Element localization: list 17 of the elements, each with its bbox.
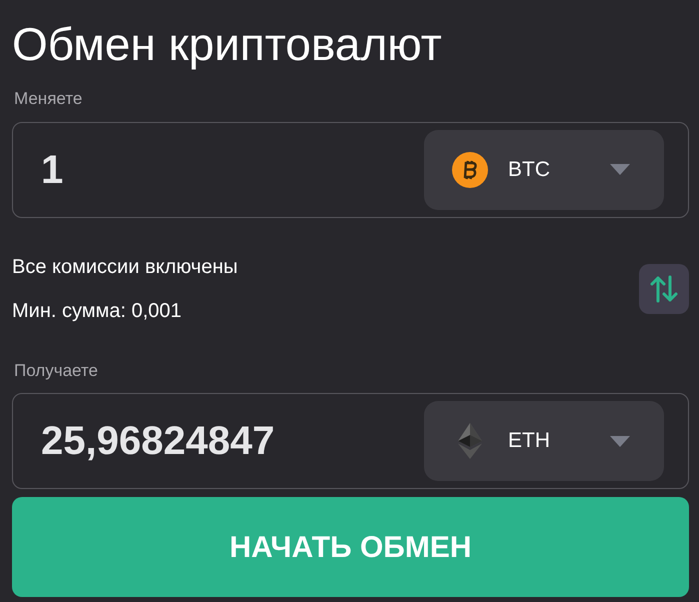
caret-icon bbox=[610, 164, 630, 175]
swap-arrows-icon bbox=[649, 274, 679, 302]
amount-value: 1 bbox=[41, 146, 64, 194]
amount-value: 25,96824847 bbox=[41, 418, 276, 465]
currency-select[interactable]: BTC bbox=[424, 130, 664, 210]
ethereum-icon bbox=[458, 423, 482, 459]
amount-field[interactable]: 1 BTC bbox=[12, 122, 689, 218]
info-text: Мин. сумма: 0,001 bbox=[12, 298, 183, 324]
swap-button[interactable] bbox=[639, 264, 689, 314]
page-title: Обмен криптовалют bbox=[12, 17, 443, 72]
field-label: Меняете bbox=[13, 88, 84, 110]
amount-field[interactable]: 25,96824847 ETH bbox=[12, 393, 689, 489]
currency-select[interactable]: ETH bbox=[424, 401, 664, 481]
info-text: Все комиссии включены bbox=[12, 254, 239, 280]
caret-icon bbox=[610, 436, 630, 446]
bitcoin-icon bbox=[452, 152, 488, 188]
field-label: Получаете bbox=[13, 360, 99, 382]
